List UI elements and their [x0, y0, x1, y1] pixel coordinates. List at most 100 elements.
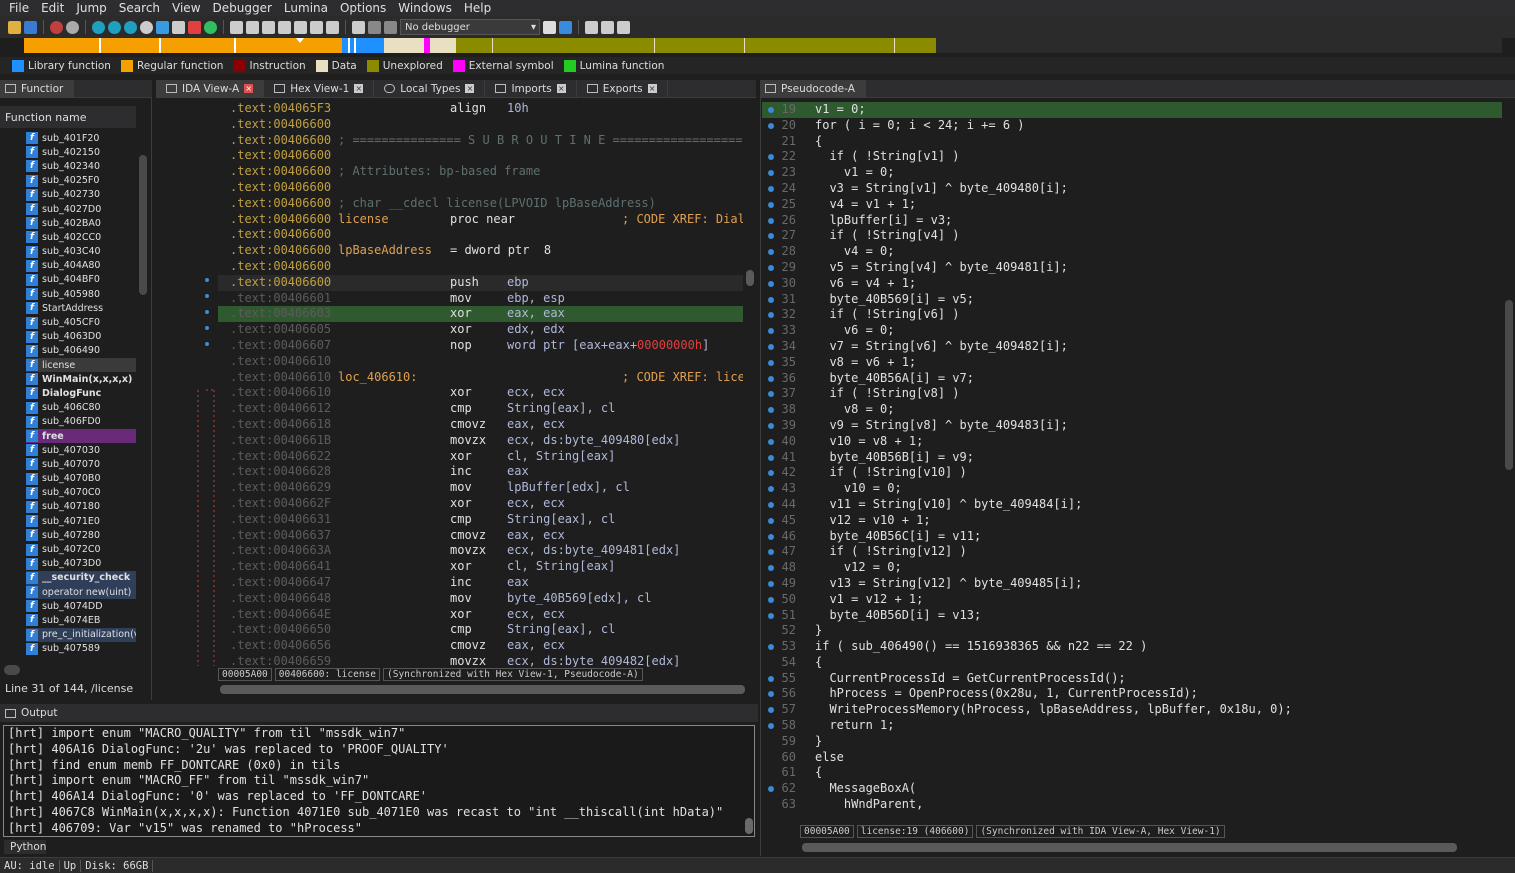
close-icon[interactable]: × — [465, 84, 475, 93]
pseudocode-line[interactable]: 40 v10 = v8 + 1; — [762, 434, 1502, 450]
tab-hex-view-1[interactable]: Hex View-1 × — [264, 79, 375, 98]
ida-view-hscrollbar[interactable] — [220, 685, 745, 694]
disasm-line[interactable]: .text:00406631 cmp String[eax], cl — [218, 512, 743, 528]
disasm-line[interactable]: .text:00406600 — [218, 148, 743, 164]
back-icon[interactable] — [50, 20, 63, 34]
open-icon[interactable] — [8, 20, 21, 34]
disassembly-listing[interactable]: .text:004065F3 align 10h .text:00406600 .tex… — [218, 101, 743, 667]
disasm-line[interactable]: .text:00406600 ; =============== S U B R … — [218, 133, 743, 149]
disasm-line[interactable]: .text:00406600 push ebp — [218, 274, 743, 291]
pseudocode-line[interactable]: 47 if ( !String[v12] ) — [762, 544, 1502, 560]
disasm-line[interactable]: .text:00406656 cmovz eax, ecx — [218, 638, 743, 654]
pseudocode-line[interactable]: 57 WriteProcessMemory(hProcess, lpBaseAd… — [762, 702, 1502, 718]
function-list-item[interactable]: f __security_check — [26, 570, 136, 585]
disasm-line[interactable]: .text:00406622 xor cl, String[eax] — [218, 449, 743, 465]
jump-icon[interactable] — [156, 20, 169, 34]
function-list-item[interactable]: f sub_4070B0 — [26, 472, 136, 486]
function-list-item[interactable]: f sub_402BA0 — [26, 216, 136, 230]
function-list-item[interactable]: f sub_402CC0 — [26, 230, 136, 244]
play-icon[interactable] — [352, 20, 365, 34]
search-direction[interactable]: Up — [60, 859, 82, 872]
pseudocode-line[interactable]: 33 v6 = 0; — [762, 323, 1502, 339]
decompile-icon[interactable] — [559, 20, 572, 34]
pseudocode-line[interactable]: 39 v9 = String[v8] ^ byte_409483[i]; — [762, 418, 1502, 434]
function-list-item[interactable]: f operator new(uint) — [26, 585, 136, 600]
pseudocode-line[interactable]: 63 hWndParent, — [762, 797, 1502, 813]
function-list-item[interactable]: f sub_4074DD — [26, 599, 136, 613]
pseudocode-line[interactable]: 61 { — [762, 765, 1502, 781]
disasm-line[interactable]: .text:00406600 ; char __cdecl license(LPV… — [218, 196, 743, 212]
function-list-item[interactable]: f sub_4071E0 — [26, 514, 136, 528]
pseudocode-line[interactable]: 41 byte_40B56B[i] = v9; — [762, 450, 1502, 466]
disasm-line[interactable]: .text:00406600 license proc near ; CODE XRE… — [218, 212, 743, 228]
function-list-item[interactable]: f sub_4063D0 — [26, 330, 136, 344]
array-icon[interactable] — [294, 20, 307, 34]
disasm-line[interactable]: .text:00406605 xor edx, edx — [218, 322, 743, 338]
pseudocode-line[interactable]: 48 v12 = 0; — [762, 560, 1502, 576]
window-icon[interactable] — [601, 20, 614, 34]
pseudocode-line[interactable]: 50 v1 = v12 + 1; — [762, 592, 1502, 608]
code-icon[interactable] — [230, 20, 243, 34]
tab-exports[interactable]: Exports × — [577, 79, 668, 98]
menu-file[interactable]: File — [3, 1, 35, 15]
pseudocode-line[interactable]: 37 if ( !String[v8] ) — [762, 386, 1502, 402]
function-list-item[interactable]: f sub_407030 — [26, 443, 136, 457]
tab-pseudocode-a[interactable]: Pseudocode-A — [760, 79, 866, 98]
disasm-line[interactable]: .text:00406618 cmovz eax, ecx — [218, 417, 743, 433]
pseudocode-line[interactable]: 23 v1 = 0; — [762, 165, 1502, 181]
disasm-line[interactable]: .text:00406659 movzx ecx, ds:byte_409482[e… — [218, 654, 743, 667]
python-input-button[interactable]: Python — [4, 840, 46, 854]
pseudocode-line[interactable]: 59} — [762, 734, 1502, 750]
pseudocode-line[interactable]: 53 if ( sub_406490() == 1516938365 && n22… — [762, 639, 1502, 655]
menu-options[interactable]: Options — [334, 1, 392, 15]
pseudocode-line[interactable]: 28 v4 = 0; — [762, 244, 1502, 260]
font-icon[interactable] — [172, 20, 185, 34]
function-list-item[interactable]: f sub_4073D0 — [26, 557, 136, 571]
function-list-item[interactable]: f sub_405CF0 — [26, 315, 136, 329]
undefine-icon[interactable] — [262, 20, 275, 34]
function-list-item[interactable]: f sub_407280 — [26, 528, 136, 542]
disasm-line[interactable]: .text:004065F3 align 10h — [218, 101, 743, 117]
pseudocode-line[interactable]: 27 if ( !String[v4] ) — [762, 228, 1502, 244]
pseudocode-line[interactable]: 21 { — [762, 134, 1502, 150]
pause-icon[interactable] — [368, 20, 381, 34]
function-list-item[interactable]: f pre_c_initialization(v — [26, 627, 136, 642]
menu-debugger[interactable]: Debugger — [207, 1, 278, 15]
menu-search[interactable]: Search — [113, 1, 166, 15]
close-icon[interactable]: × — [244, 84, 254, 93]
function-list-item[interactable]: f WinMain(x,x,x,x) — [26, 372, 136, 386]
function-list-item[interactable]: f sub_404BF0 — [26, 273, 136, 287]
function-list-item[interactable]: f sub_402340 — [26, 159, 136, 173]
pseudocode-line[interactable]: 62 MessageBoxA( — [762, 781, 1502, 797]
breakpoint-list-icon[interactable] — [543, 20, 556, 34]
pseudocode-line[interactable]: 25 v4 = v1 + 1; — [762, 197, 1502, 213]
flag-icon[interactable] — [188, 20, 201, 34]
disasm-line[interactable]: .text:00406610 loc_406610: ; CODE XREF: li… — [218, 370, 743, 386]
function-list-item[interactable]: f sub_402730 — [26, 188, 136, 202]
function-list-item[interactable]: f sub_407070 — [26, 457, 136, 471]
function-name-column-header[interactable]: Function name — [0, 106, 136, 128]
pseudocode-line[interactable]: 52} — [762, 623, 1502, 639]
pseudocode-line[interactable]: 30 v6 = v4 + 1; — [762, 276, 1502, 292]
disasm-line[interactable]: .text:0040664E xor ecx, ecx — [218, 607, 743, 623]
disasm-line[interactable]: .text:00406610 — [218, 354, 743, 370]
function-list-item[interactable]: f sub_402150 — [26, 145, 136, 159]
function-list-item[interactable]: f DialogFunc — [26, 386, 136, 400]
pseudocode-line[interactable]: 24 v3 = String[v1] ^ byte_409480[i]; — [762, 181, 1502, 197]
pseudocode-listing[interactable]: 19 v1 = 0; 20 for ( i = 0; i < 24; i += 6 )… — [762, 102, 1502, 814]
function-list-item[interactable]: f sub_4072C0 — [26, 542, 136, 556]
disasm-line[interactable]: .text:00406629 mov lpBuffer[edx], cl — [218, 480, 743, 496]
graph-icon[interactable] — [92, 20, 105, 34]
function-list-item[interactable]: f StartAddress — [26, 301, 136, 315]
disasm-line[interactable]: .text:00406603 xor eax, eax — [218, 306, 743, 323]
tab-local-types[interactable]: Local Types × — [374, 79, 486, 98]
disasm-line[interactable]: .text:00406610 xor ecx, ecx — [218, 385, 743, 401]
function-list-item[interactable]: f sub_405980 — [26, 287, 136, 301]
close-icon[interactable]: × — [354, 84, 364, 93]
disasm-line[interactable]: .text:0040663A movzx ecx, ds:byte_409481[e… — [218, 543, 743, 559]
disasm-line[interactable]: .text:00406628 inc eax — [218, 464, 743, 480]
disasm-line[interactable]: .text:00406648 mov byte_40B569[edx], cl — [218, 591, 743, 607]
pseudocode-line[interactable]: 45 v12 = v10 + 1; — [762, 513, 1502, 529]
tab-ida-view-a[interactable]: IDA View-A × — [156, 79, 265, 98]
disasm-line[interactable]: .text:00406600 — [218, 180, 743, 196]
